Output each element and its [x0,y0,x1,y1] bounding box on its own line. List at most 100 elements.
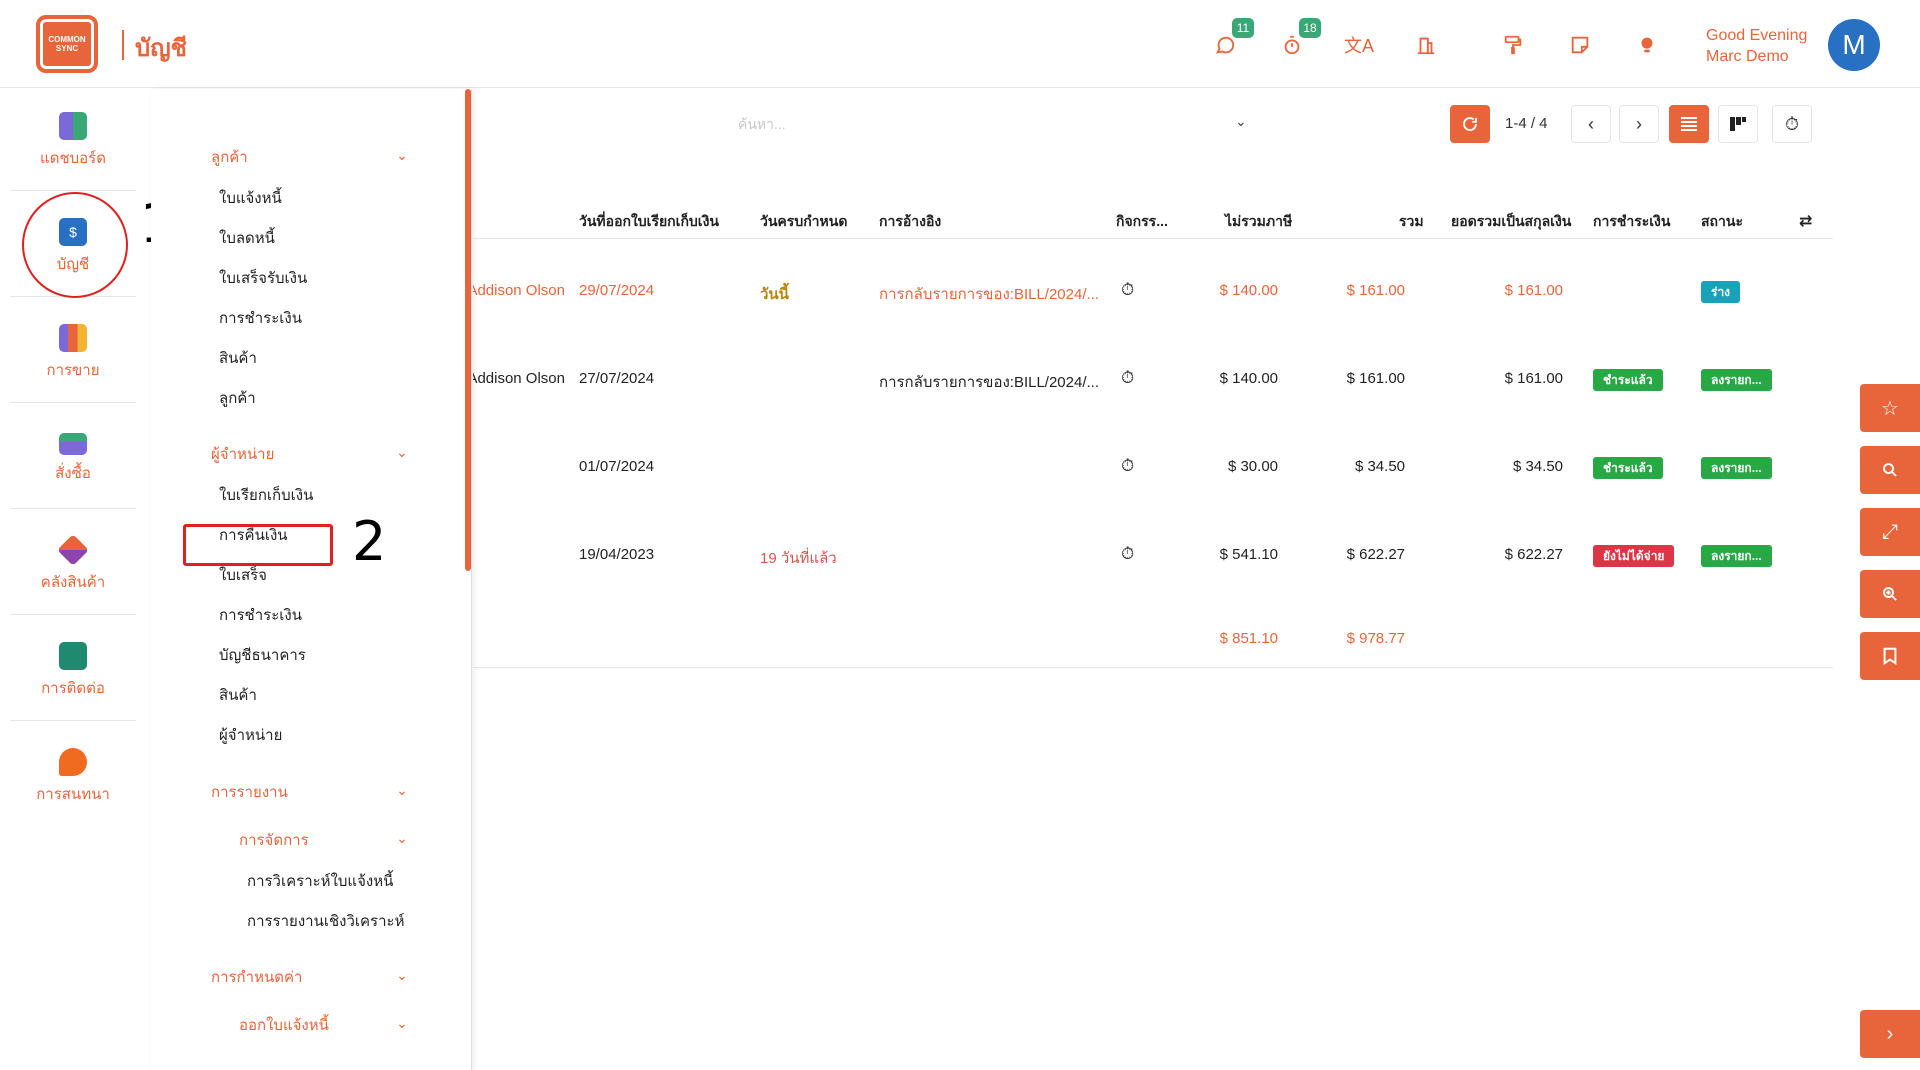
pager-counter: 1-4 / 4 [1505,115,1548,132]
menu-item-bills[interactable]: ใบเรียกเก็บเงิน [219,480,419,510]
greeting: Good Evening Marc Demo [1706,25,1807,67]
menu-item-customers[interactable]: ลูกค้า [219,383,419,413]
list-view-button[interactable] [1669,105,1709,143]
menu-item-customer-payments[interactable]: การชำระเงิน [219,303,419,333]
menu-section-invoicing[interactable]: ออกใบแจ้งหนี้ ⌄ [239,1010,411,1040]
menu-section-label: ลูกค้า [211,149,248,166]
activity-clock-icon[interactable]: ⏱ [1121,368,1134,388]
search-button[interactable] [1860,446,1920,494]
table-row[interactable]: 01/07/2024 ⏱ $ 30.00 $ 34.50 $ 34.50 ชำร… [473,415,1833,503]
user-name: Marc Demo [1706,48,1789,65]
translate-icon[interactable]: 文A [1344,30,1374,60]
dashboard-icon [59,111,87,140]
menu-scrollbar[interactable] [465,89,471,571]
top-bar: COMMON SYNC บัญชี 11 18 文A Good Evening … [0,0,1920,88]
menu-item-receipts[interactable]: ใบเสร็จรับเงิน [219,263,419,293]
cell-bill-date: 01/07/2024 [579,458,655,475]
status-badge: ร่าง [1701,281,1741,303]
zoom-in-button[interactable] [1860,570,1920,618]
table-row[interactable]: 19/04/2023 19 วันที่แล้ว ⏱ $ 541.10 $ 62… [473,503,1833,591]
cell-total: $ 34.50 [1354,458,1405,475]
refresh-button[interactable] [1450,105,1490,143]
expand-button[interactable]: ⤢ [1860,508,1920,556]
sticky-note-icon[interactable] [1565,30,1595,60]
col-bill-date[interactable]: วันที่ออกใบเรียกเก็บเงิน [579,211,719,233]
menu-item-vendor-payments[interactable]: การชำระเงิน [219,600,419,630]
cell-total-currency: $ 161.00 [1504,370,1563,387]
next-page-button[interactable]: › [1619,105,1659,143]
cell-untaxed: $ 140.00 [1219,370,1278,387]
main-content: ค้นหา... ⌄ 1-4 / 4 ‹ › ⏱ วันที่ออกใบเรีย… [473,89,1863,1070]
activity-view-button[interactable]: ⏱ [1772,105,1812,143]
menu-section-reporting[interactable]: การรายงาน ⌄ [211,777,411,807]
payment-badge: ชำระแล้ว [1593,457,1663,479]
cell-bill-date: 27/07/2024 [579,370,655,387]
kanban-view-button[interactable] [1718,105,1758,143]
cell-total-currency: $ 161.00 [1504,282,1563,299]
chevron-down-icon: ⌄ [396,147,408,163]
status-badge: ลงรายก... [1701,545,1772,567]
previous-page-button[interactable]: ‹ [1571,105,1611,143]
app-logo[interactable]: COMMON SYNC [36,15,98,73]
menu-section-customers[interactable]: ลูกค้า ⌄ [211,142,411,172]
nav-sales[interactable]: การขาย [10,303,136,403]
menu-item-vendors[interactable]: ผู้จำหน่าย [219,720,419,750]
activity-clock-icon[interactable]: ⏱ [1121,280,1134,300]
cell-total-currency: $ 622.27 [1504,546,1563,563]
col-untaxed[interactable]: ไม่รวมภาษี [1225,211,1292,233]
credit-card-icon [59,432,87,455]
status-badge: ลงรายก... [1701,369,1772,391]
col-status[interactable]: สถานะ [1701,211,1743,233]
col-due-date[interactable]: วันครบกำหนด [760,211,847,233]
nav-label: สั่งซื้อ [55,464,91,482]
table-row[interactable]: Addison Olson 29/07/2024 วันนี้ การกลับร… [473,239,1833,327]
annotation-circle [22,192,128,298]
menu-item-vendor-products[interactable]: สินค้า [219,680,419,710]
menu-item-customer-products[interactable]: สินค้า [219,343,419,373]
stopwatch-icon[interactable]: 18 [1277,18,1321,60]
nav-dashboard[interactable]: แดชบอร์ด [10,91,136,191]
menu-section-vendors[interactable]: ผู้จำหน่าย ⌄ [211,439,411,469]
avatar[interactable]: M [1828,19,1880,71]
messages-badge: 11 [1232,18,1254,38]
menu-item-invoices[interactable]: ใบแจ้งหนี้ [219,183,419,213]
col-activity[interactable]: กิจกรร... [1116,211,1168,233]
nav-label: การขาย [46,361,100,379]
nav-purchase[interactable]: สั่งซื้อ [10,409,136,509]
menu-item-analytic-report[interactable]: การรายงานเชิงวิเคราะห์ [247,906,447,936]
col-reference[interactable]: การอ้างอิง [879,211,941,233]
favorite-star-button[interactable]: ☆ [1860,384,1920,432]
cell-vendor: Addison Olson [473,282,565,299]
cell-bill-date: 29/07/2024 [579,282,655,299]
bookmark-button[interactable] [1860,632,1920,680]
chat-icon[interactable]: 11 [1210,18,1254,60]
expand-panel-chevron-button[interactable]: › [1860,1010,1920,1058]
menu-item-bank-accounts[interactable]: บัญชีธนาคาร [219,640,419,670]
table-row[interactable]: Addison Olson 27/07/2024 การกลับรายการขอ… [473,327,1833,415]
nav-label: การติดต่อ [41,679,105,697]
nav-contacts[interactable]: การติดต่อ [10,621,136,721]
menu-item-invoice-analysis[interactable]: การวิเคราะห์ใบแจ้งหนี้ [247,866,447,896]
building-icon[interactable] [1411,30,1441,60]
paint-roller-icon[interactable] [1498,30,1528,60]
menu-section-configuration[interactable]: การกำหนดค่า ⌄ [211,962,411,992]
col-total[interactable]: รวม [1399,211,1424,233]
col-payment[interactable]: การชำระเงิน [1593,211,1670,233]
nav-inventory[interactable]: คลังสินค้า [10,515,136,615]
chevron-down-icon: ⌄ [396,444,408,460]
menu-section-label: ออกใบแจ้งหนี้ [239,1017,329,1034]
nav-discuss[interactable]: การสนทนา [10,727,136,827]
cell-total-currency: $ 34.50 [1512,458,1563,475]
column-settings-icon[interactable]: ⇄ [1799,211,1812,231]
menu-section-management[interactable]: การจัดการ ⌄ [239,825,411,855]
nav-label: แดชบอร์ด [40,149,106,167]
payment-badge: ชำระแล้ว [1593,369,1663,391]
lightbulb-icon[interactable] [1632,30,1662,60]
search-input[interactable]: ค้นหา... [738,114,786,136]
activity-clock-icon[interactable]: ⏱ [1121,456,1134,476]
status-badge: ลงรายก... [1701,457,1772,479]
menu-item-credit-notes[interactable]: ใบลดหนี้ [219,223,419,253]
col-total-currency[interactable]: ยอดรวมเป็นสกุลเงิน [1451,211,1571,233]
search-dropdown-chevron-icon[interactable]: ⌄ [1235,113,1247,130]
activity-clock-icon[interactable]: ⏱ [1121,544,1134,564]
